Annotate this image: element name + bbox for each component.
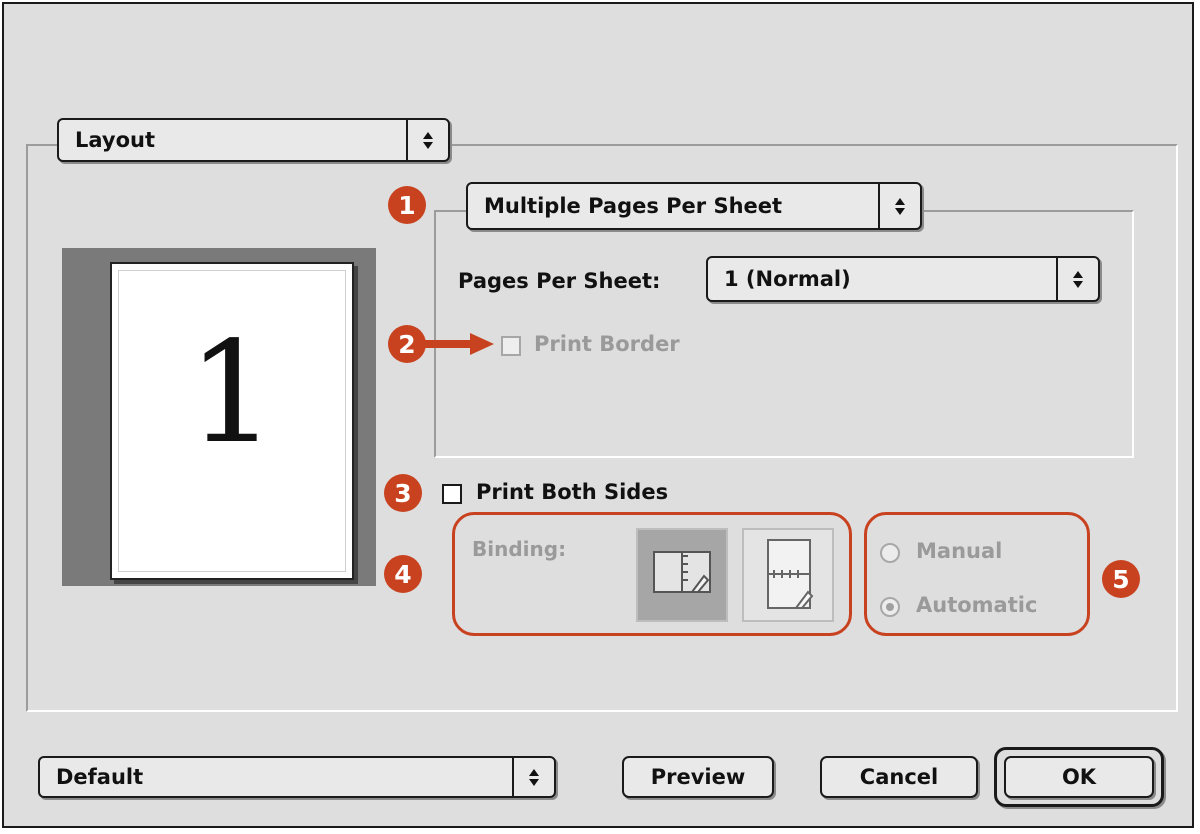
- callout-badge-1: 1: [388, 186, 426, 224]
- print-border-label: Print Border: [534, 332, 680, 356]
- pages-per-sheet-label: Pages Per Sheet:: [458, 269, 661, 293]
- tablet-binding-icon: [767, 539, 814, 609]
- callout-badge-4: 4: [384, 555, 422, 593]
- book-binding-option[interactable]: [636, 528, 728, 622]
- automatic-radio-label: Automatic: [916, 593, 1038, 617]
- popup-arrows-icon: [406, 120, 448, 160]
- pages-per-sheet-value: 1 (Normal): [724, 267, 851, 291]
- binding-label: Binding:: [472, 537, 567, 561]
- layout-option-popup-menu[interactable]: Multiple Pages Per Sheet: [466, 182, 922, 230]
- manual-radio-label: Manual: [916, 539, 1003, 563]
- pages-per-sheet-popup-menu[interactable]: 1 (Normal): [706, 256, 1100, 302]
- panel-popup-menu[interactable]: Layout: [57, 118, 450, 162]
- layout-option-label: Multiple Pages Per Sheet: [484, 194, 783, 218]
- print-border-checkbox[interactable]: [501, 336, 521, 356]
- ok-button[interactable]: OK: [1004, 756, 1154, 798]
- settings-popup-label: Default: [56, 765, 144, 789]
- manual-radio[interactable]: [880, 543, 900, 563]
- layout-preview: 1: [62, 248, 376, 586]
- panel-popup-label: Layout: [75, 128, 156, 152]
- popup-arrows-icon: [1056, 258, 1098, 300]
- popup-arrows-icon: [512, 758, 554, 796]
- tablet-binding-option[interactable]: [742, 528, 834, 622]
- settings-popup-menu[interactable]: Default: [38, 756, 556, 798]
- book-binding-icon: [653, 551, 711, 593]
- preview-button[interactable]: Preview: [622, 756, 774, 798]
- duplex-mode-group: [864, 512, 1090, 636]
- preview-page: 1: [110, 262, 354, 580]
- preview-page-number: 1: [187, 312, 277, 475]
- callout-arrow-icon: [424, 333, 494, 355]
- callout-badge-2: 2: [388, 325, 426, 363]
- popup-arrows-icon: [878, 184, 920, 228]
- print-both-sides-checkbox[interactable]: [442, 484, 462, 504]
- callout-badge-3: 3: [384, 474, 422, 512]
- print-both-sides-label: Print Both Sides: [476, 480, 669, 504]
- page-setup-dialog: Layout 1 Multiple Pages Per Sheet Pages …: [2, 2, 1194, 828]
- callout-badge-5: 5: [1102, 560, 1140, 598]
- automatic-radio[interactable]: [880, 597, 900, 617]
- cancel-button[interactable]: Cancel: [820, 756, 978, 798]
